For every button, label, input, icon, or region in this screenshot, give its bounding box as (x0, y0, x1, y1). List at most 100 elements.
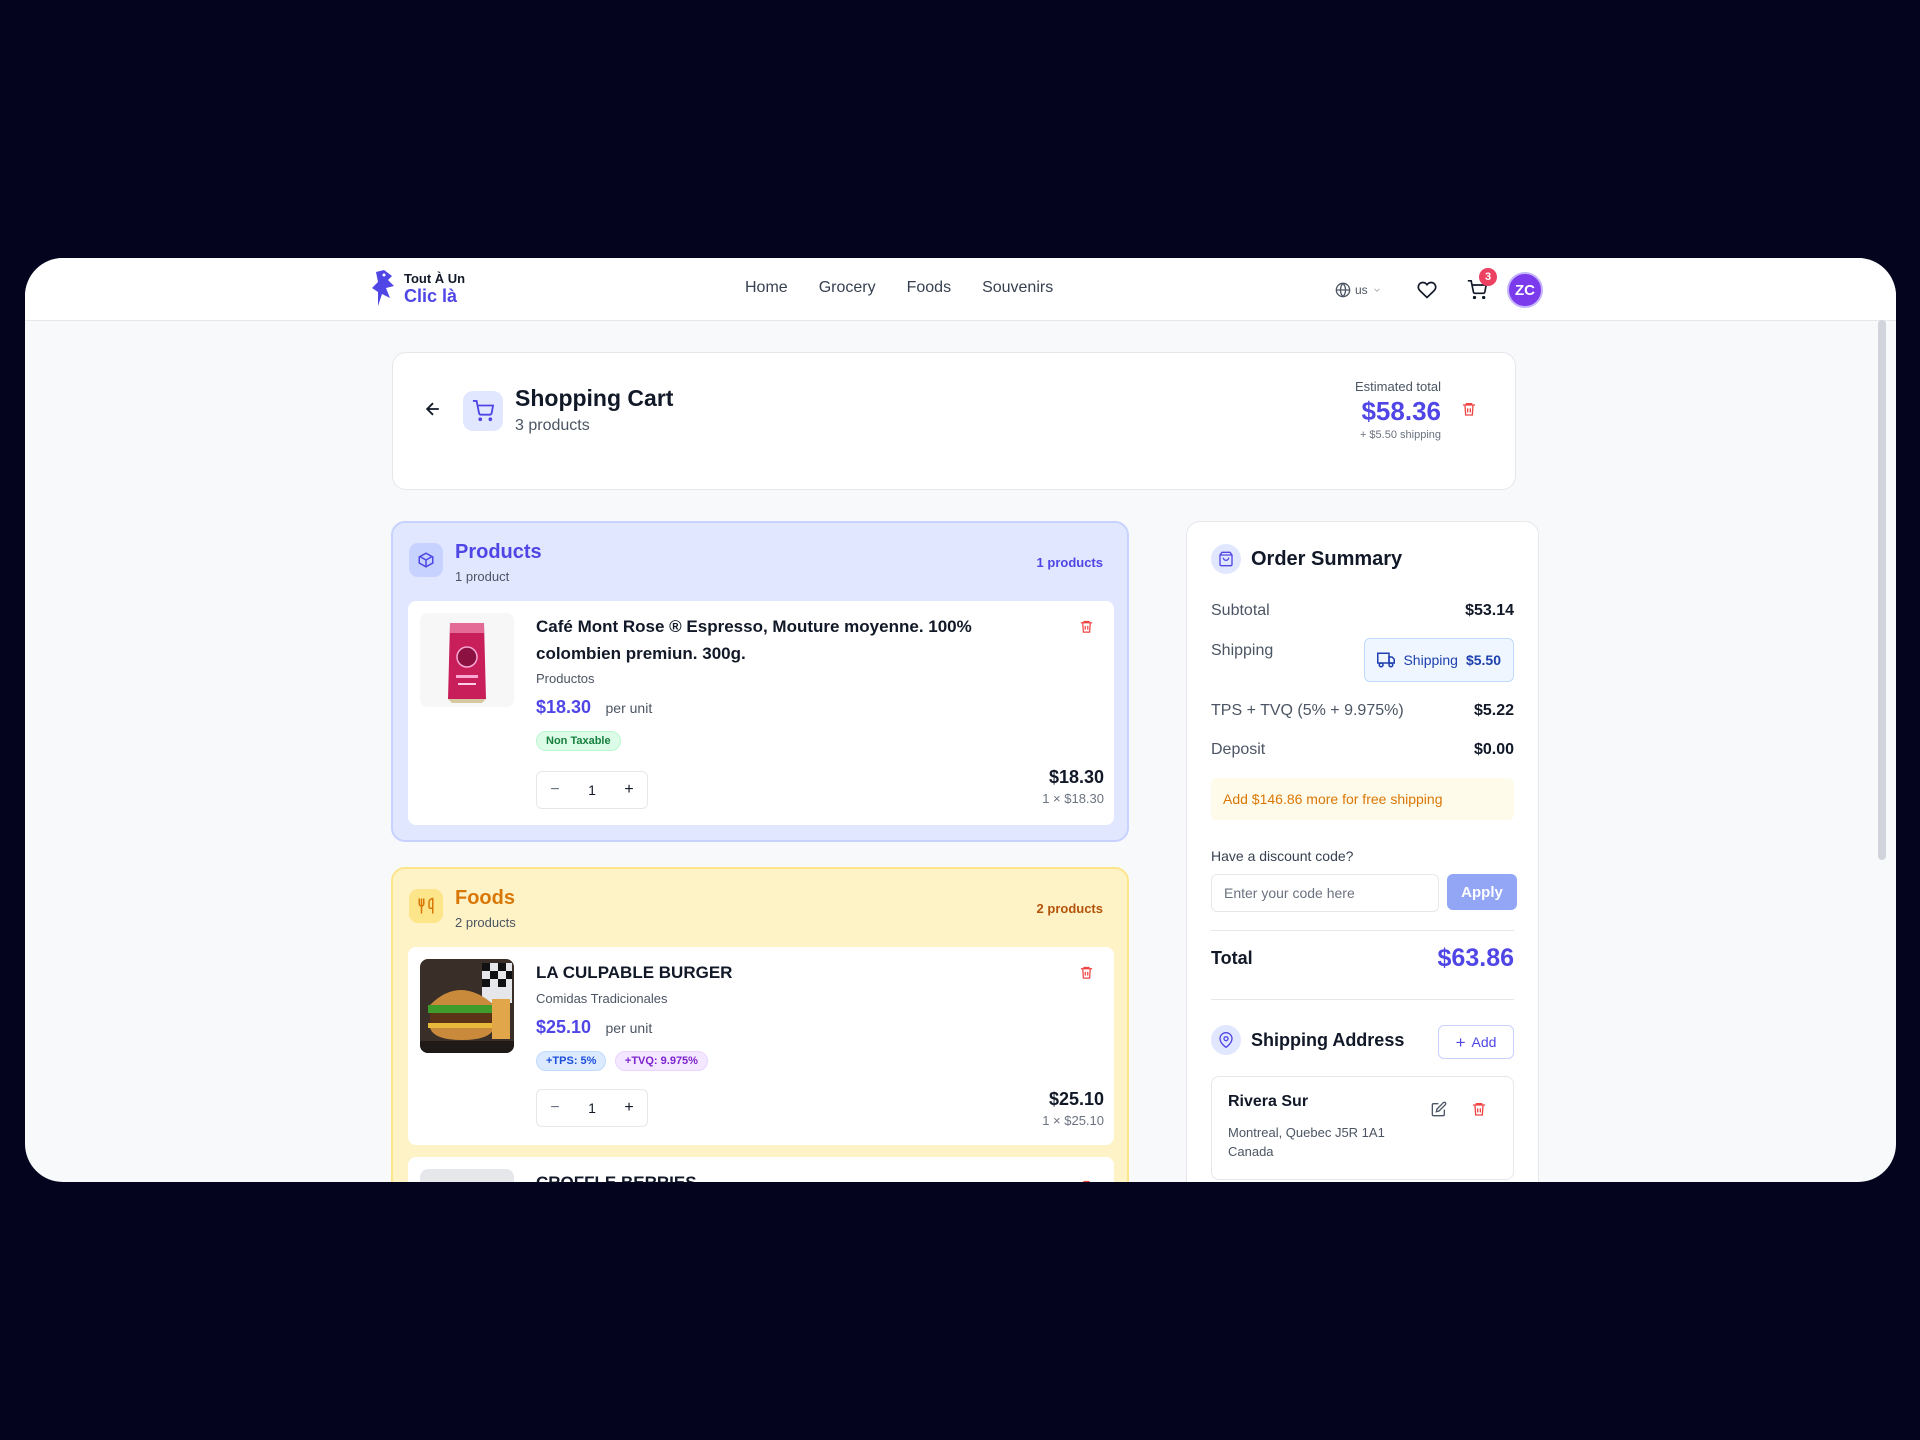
summary-icon (1211, 544, 1241, 574)
products-section-subtitle: 1 product (455, 569, 510, 584)
quantity-value: 1 (588, 782, 596, 798)
total-value: $63.86 (1437, 944, 1514, 972)
foods-section-count: 2 products (1036, 901, 1103, 916)
address-lines: Montreal, Quebec J5R 1A1 Canada (1228, 1123, 1497, 1161)
foods-section: Foods 2 products 2 products LA CULPABLE … (391, 867, 1129, 1182)
shipping-label: Shipping (1211, 642, 1274, 659)
clear-cart-button[interactable] (1461, 401, 1477, 422)
line-total-detail: 1 × $18.30 (1042, 791, 1104, 806)
item-price-row: $18.30 per unit (536, 697, 652, 718)
brand-line-2: Clic là (404, 285, 458, 306)
item-name[interactable]: CROFFLE BERRIES (536, 1169, 1016, 1182)
wishlist-button[interactable] (1409, 272, 1445, 308)
trash-icon (1473, 1103, 1485, 1116)
shipping-row: Shipping Shipping $5.50 (1211, 638, 1514, 682)
increment-button[interactable]: + (621, 1099, 637, 1117)
tvq-tag: +TVQ: 9.975% (614, 1051, 708, 1071)
tps-tag: +TPS: 5% (536, 1051, 607, 1071)
subtotal-label: Subtotal (1211, 602, 1270, 619)
shopping-bag-icon (1219, 551, 1233, 567)
edit-icon (1431, 1101, 1447, 1117)
shipping-address-title: Shipping Address (1251, 1029, 1405, 1050)
cart-item: CROFFLE BERRIES (408, 1157, 1114, 1182)
line-total: $25.10 1 × $25.10 (1042, 1089, 1104, 1128)
chevron-down-icon (1373, 288, 1380, 292)
tax-tag: Non Taxable (536, 731, 621, 751)
product-image (420, 959, 514, 1053)
app-window: Tout À Un Clic là Home Grocery Foods Sou… (25, 258, 1896, 1182)
deposit-row: Deposit $0.00 (1211, 741, 1514, 759)
cart-count-badge: 3 (1479, 268, 1497, 286)
remove-item-button[interactable] (1079, 965, 1094, 985)
cart-button[interactable]: 3 (1459, 268, 1497, 308)
tax-row: TPS + TVQ (5% + 9.975%) $5.22 (1211, 702, 1514, 720)
quantity-stepper: − 1 + (536, 1089, 648, 1127)
add-address-button[interactable]: + Add (1438, 1025, 1514, 1059)
address-line-2: Canada (1228, 1144, 1274, 1159)
nav-foods[interactable]: Foods (907, 279, 951, 297)
shipping-chip-label: Shipping (1403, 652, 1458, 668)
plus-icon: + (1455, 1032, 1466, 1052)
nav-grocery[interactable]: Grocery (819, 279, 876, 297)
order-summary-header: Order Summary (1211, 544, 1402, 574)
cart-icon (472, 400, 494, 422)
address-card[interactable]: Rivera Sur Montreal, Quebec J5R 1A1 Cana… (1211, 1076, 1514, 1180)
item-name[interactable]: Café Mont Rose ® Espresso, Mouture moyen… (536, 613, 1016, 667)
address-line-1: Montreal, Quebec J5R 1A1 (1228, 1125, 1385, 1140)
edit-address-button[interactable] (1431, 1101, 1447, 1122)
remove-item-button[interactable] (1079, 619, 1094, 639)
nav-home[interactable]: Home (745, 279, 788, 297)
utensils-icon (418, 897, 434, 914)
remove-item-button[interactable] (1079, 1179, 1094, 1182)
item-tags: +TPS: 5% +TVQ: 9.975% (536, 1051, 712, 1071)
nav-actions: us 3 ZC (1335, 268, 1543, 308)
shipping-note: + $5.50 shipping (1359, 429, 1441, 441)
line-total: $18.30 1 × $18.30 (1042, 767, 1104, 806)
order-summary: Order Summary Subtotal $53.14 Shipping S… (1186, 521, 1539, 1182)
decrement-button[interactable]: − (547, 781, 563, 799)
line-total-value: $25.10 (1048, 1089, 1104, 1109)
package-icon (418, 552, 434, 568)
foods-section-title: Foods (455, 887, 515, 909)
estimated-total-value: $58.36 (1361, 396, 1441, 426)
heart-icon (1417, 281, 1437, 299)
cart-tile (463, 391, 503, 431)
divider (1211, 930, 1514, 931)
increment-button[interactable]: + (621, 781, 637, 799)
add-address-label: Add (1471, 1034, 1497, 1050)
delete-address-button[interactable] (1471, 1101, 1487, 1122)
cart-header-card: Shopping Cart 3 products Estimated total… (392, 352, 1516, 490)
tax-value: $5.22 (1473, 702, 1514, 719)
shipping-chip[interactable]: Shipping $5.50 (1364, 638, 1514, 682)
divider (1211, 999, 1514, 1000)
globe-icon (1335, 282, 1351, 298)
subtotal-row: Subtotal $53.14 (1211, 602, 1514, 620)
order-summary-title: Order Summary (1251, 547, 1403, 570)
brand-logo[interactable]: Tout À Un Clic là (370, 268, 465, 308)
item-price-row: $25.10 per unit (536, 1017, 652, 1038)
item-unit: per unit (605, 1020, 653, 1036)
trash-icon (1083, 1180, 1090, 1182)
product-image (420, 1169, 514, 1182)
item-category: Productos (536, 671, 595, 686)
item-price: $25.10 (536, 1017, 592, 1037)
decrement-button[interactable]: − (547, 1099, 563, 1117)
item-category: Comidas Tradicionales (536, 991, 668, 1006)
shipping-address-header: Shipping Address (1211, 1025, 1404, 1055)
back-button[interactable] (423, 399, 443, 424)
products-section-title: Products (455, 541, 542, 563)
language-selector[interactable]: us (1335, 282, 1395, 298)
nav-souvenirs[interactable]: Souvenirs (982, 279, 1053, 297)
apply-discount-button[interactable]: Apply (1447, 874, 1517, 910)
item-tags: Non Taxable (536, 731, 625, 751)
language-code: us (1355, 283, 1368, 297)
discount-code-input[interactable] (1211, 874, 1439, 912)
quantity-stepper: − 1 + (536, 771, 648, 809)
trash-icon (1080, 620, 1093, 633)
user-avatar[interactable]: ZC (1507, 272, 1543, 308)
bird-logo-icon (372, 270, 394, 306)
page-scrollbar[interactable] (1878, 320, 1886, 860)
arrow-left-icon (425, 402, 439, 416)
tax-label: TPS + TVQ (5% + 9.975%) (1211, 702, 1404, 719)
item-name[interactable]: LA CULPABLE BURGER (536, 959, 1016, 986)
